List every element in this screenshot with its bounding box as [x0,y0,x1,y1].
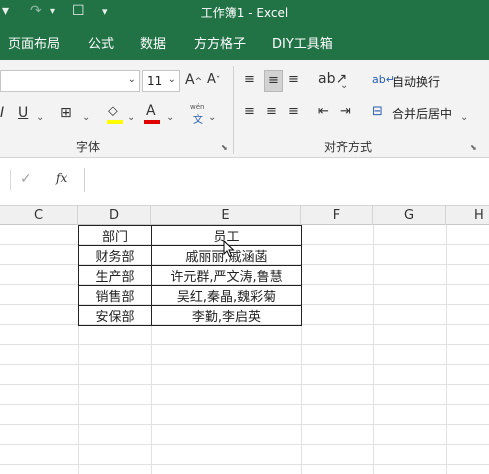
borders-icon[interactable]: ⊞ [60,103,72,123]
tab-data[interactable]: 数据 [140,33,166,52]
table-cell[interactable]: 安保部 [78,305,152,326]
tab-diy-toolbox[interactable]: DIY工具箱 [272,33,333,52]
phonetic-label[interactable]: wén [190,103,204,111]
font-size-value: 11 [147,74,163,88]
gridline [446,225,447,474]
gridline [0,444,489,445]
mouse-pointer-icon [223,240,235,258]
font-dialog-launcher-icon[interactable]: ⬊ [221,143,228,152]
table-cell[interactable]: 李勤,李启英 [151,305,302,326]
increase-font-button[interactable]: A^ [185,70,202,92]
decrease-indent-icon[interactable]: ⇤ [318,102,329,122]
column-header-g[interactable]: G [373,206,446,225]
data-table: 部门 员工 财务部 戚丽丽,戚涵菡 生产部 许元群,严文涛,鲁慧 销售部 吴红,… [78,225,302,326]
merge-center-button[interactable]: 合并后居中 [392,105,452,122]
column-headers: C D E F G H [0,205,489,225]
align-left-icon[interactable]: ≡ [244,102,255,122]
caret-up-icon: ^ [194,77,203,87]
table-cell[interactable]: 生产部 [78,265,152,286]
tab-page-layout[interactable]: 页面布局 [8,33,60,52]
alignment-dialog-launcher-icon[interactable]: ⬊ [470,143,477,152]
phonetic-guide-icon[interactable]: 文 [193,111,203,126]
increase-font-label: A [185,72,195,88]
font-color-swatch [144,120,160,124]
table-row: 生产部 许元群,严文涛,鲁慧 [78,265,302,286]
column-header-f[interactable]: F [301,206,373,225]
fill-color-swatch [107,120,123,124]
borders-dropdown-icon[interactable]: ⌄ [82,108,90,128]
tab-formulas[interactable]: 公式 [88,33,114,52]
increase-indent-icon[interactable]: ⇥ [340,102,351,122]
italic-button[interactable]: I [0,103,4,123]
align-bottom-icon[interactable]: ≡ [288,70,299,90]
font-size-combo[interactable]: 11 ⌄ [142,70,180,92]
gridline [0,384,489,385]
gridline [0,364,489,365]
formula-bar: ✓ fx [0,166,489,194]
formula-input[interactable] [84,168,489,192]
underline-dropdown-icon[interactable]: ⌄ [36,108,44,128]
align-top-icon[interactable]: ≡ [244,70,255,90]
worksheet-grid[interactable]: 部门 员工 财务部 戚丽丽,戚涵菡 生产部 许元群,严文涛,鲁慧 销售部 吴红,… [0,225,489,474]
decrease-font-label: A [207,72,216,87]
merge-center-icon[interactable]: ⊟ [372,102,383,122]
group-divider [233,66,234,154]
table-header-row: 部门 员工 [78,225,302,246]
font-group-label: 字体 [76,140,101,154]
table-cell[interactable]: 许元群,严文涛,鲁慧 [151,265,302,286]
table-row: 安保部 李勤,李启英 [78,305,302,326]
font-name-combo[interactable]: ⌄ [0,70,140,92]
table-row: 销售部 吴红,秦晶,魏彩菊 [78,285,302,306]
table-cell[interactable]: 吴红,秦晶,魏彩菊 [151,285,302,306]
merge-dropdown-icon[interactable]: ⌄ [460,108,468,128]
decrease-font-button[interactable]: Aˇ [207,70,220,91]
insert-function-icon[interactable]: fx [56,171,67,185]
window-title: 工作簿1 - Excel [200,6,289,20]
column-header-d[interactable]: D [78,206,151,225]
gridline [0,344,489,345]
align-right-icon[interactable]: ≡ [288,102,299,122]
phonetic-dropdown-icon[interactable]: ⌄ [208,108,216,128]
orientation-dropdown-icon[interactable]: ⌄ [340,76,348,96]
underline-button[interactable]: U [18,103,28,123]
column-header-h[interactable]: H [446,206,489,225]
font-color-button[interactable]: A [146,101,156,121]
column-header-c[interactable]: C [0,206,78,225]
gridline [373,225,374,474]
align-center-icon[interactable]: ≡ [266,102,277,122]
wrap-text-button[interactable]: 自动换行 [392,73,440,90]
table-cell[interactable]: 销售部 [78,285,152,306]
column-header-e[interactable]: E [151,206,301,225]
font-color-dropdown-icon[interactable]: ⌄ [166,108,174,128]
header-cell-department[interactable]: 部门 [78,225,152,246]
align-middle-icon[interactable]: ≡ [264,70,283,92]
caret-down-icon: ˇ [215,76,221,86]
chevron-down-icon: ⌄ [127,74,136,85]
formula-bar-divider [10,170,11,190]
title-bar: ▾ ↷ ▾ ☐ ▾ 工作簿1 - Excel [0,0,489,24]
tab-fangfang[interactable]: 方方格子 [194,33,246,52]
alignment-group-label: 对齐方式 [324,140,373,154]
gridline [0,404,489,405]
enter-check-icon[interactable]: ✓ [20,171,32,187]
ribbon-tabs: 页面布局 公式 数据 方方格子 DIY工具箱 [0,24,489,60]
gridline [0,464,489,465]
table-row: 财务部 戚丽丽,戚涵菡 [78,245,302,266]
fill-color-dropdown-icon[interactable]: ⌄ [127,108,135,128]
ribbon: ⌄ 11 ⌄ A^ Aˇ I U ⌄ ⊞ ⌄ ⬦ ⌄ A ⌄ wén 文 ⌄ 字… [0,60,489,158]
fill-color-icon[interactable]: ⬦ [108,101,118,121]
gridline [0,424,489,425]
table-cell[interactable]: 财务部 [78,245,152,266]
chevron-down-icon: ⌄ [167,74,176,85]
